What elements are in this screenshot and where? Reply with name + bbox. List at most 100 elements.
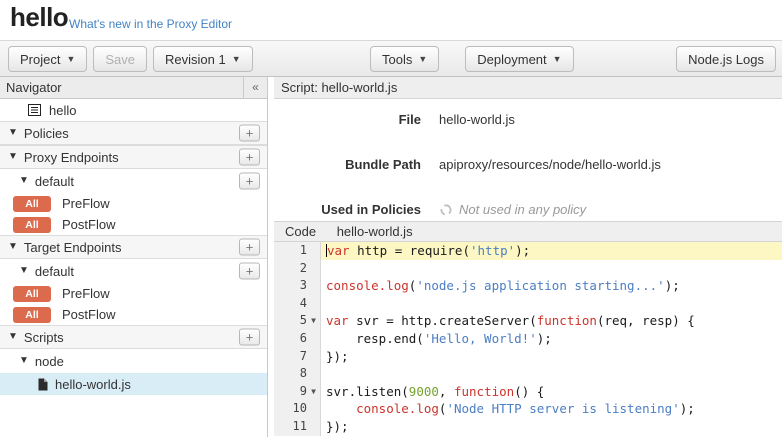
add-button[interactable]: + (239, 173, 260, 190)
line-number: 8 (274, 365, 307, 383)
nodejs-logs-label: Node.js Logs (688, 52, 764, 67)
nodejs-logs-button[interactable]: Node.js Logs (676, 46, 776, 72)
code-line-text[interactable] (321, 260, 782, 278)
caret-down-icon[interactable]: ▼ (8, 242, 18, 252)
navigator-title: Navigator (6, 80, 62, 95)
sidebar-item-label: default (35, 264, 74, 279)
code-line[interactable]: 10 console.log('Node HTTP server is list… (274, 400, 782, 418)
file-icon (38, 378, 48, 391)
sidebar-item-label: Scripts (24, 330, 64, 345)
gutter: 6 (274, 330, 321, 348)
sidebar-node-default[interactable]: ▼ default + (0, 169, 267, 193)
add-button[interactable]: + (239, 239, 260, 256)
sidebar-flow-postflow[interactable]: AllPostFlow (0, 304, 267, 325)
page-header: hello What's new in the Proxy Editor (0, 0, 782, 40)
gutter: 9▼ (274, 383, 321, 401)
code-line[interactable]: 7}); (274, 348, 782, 366)
code-line[interactable]: 1 var http = require('http'); (274, 242, 782, 260)
caret-down-icon[interactable]: ▼ (8, 332, 18, 342)
script-panel-header: Script: hello-world.js (274, 77, 782, 99)
sidebar-node-node[interactable]: ▼ node (0, 349, 267, 373)
add-button[interactable]: + (239, 263, 260, 280)
gutter-spacer (307, 365, 320, 383)
code-line[interactable]: 2 (274, 260, 782, 278)
sidebar-item-label: hello-world.js (55, 377, 131, 392)
revision-menu-label: Revision 1 (165, 52, 226, 67)
fold-caret-icon[interactable]: ▼ (307, 383, 320, 401)
code-line-text[interactable]: var http = require('http'); (321, 242, 782, 260)
code-line[interactable]: 6 resp.end('Hello, World!'); (274, 330, 782, 348)
save-button[interactable]: Save (93, 46, 147, 72)
code-line[interactable]: 11}); (274, 418, 782, 436)
add-button[interactable]: + (239, 149, 260, 166)
deployment-menu-label: Deployment (477, 52, 546, 67)
caret-down-icon[interactable]: ▼ (19, 356, 29, 366)
caret-down-icon[interactable]: ▼ (19, 176, 29, 186)
gutter: 1 (274, 242, 321, 260)
code-line[interactable]: 8 (274, 365, 782, 383)
code-line-text[interactable]: console.log('Node HTTP server is listeni… (321, 400, 782, 418)
sidebar-item-label: PostFlow (62, 217, 115, 232)
collapse-panel-icon[interactable]: « (243, 77, 267, 98)
code-line-text[interactable]: resp.end('Hello, World!'); (321, 330, 782, 348)
toolbar: Project ▼ Save Revision 1 ▼ Tools ▼ Depl… (0, 40, 782, 77)
tools-menu-button[interactable]: Tools ▼ (370, 46, 439, 72)
code-line[interactable]: 5▼var svr = http.createServer(function(r… (274, 312, 782, 330)
code-line[interactable]: 3console.log('node.js application starti… (274, 277, 782, 295)
line-number: 6 (274, 330, 307, 348)
file-value: hello-world.js (439, 112, 515, 127)
sidebar-section-proxy-endpoints[interactable]: ▼ Proxy Endpoints + (0, 145, 267, 169)
sidebar-item-label: default (35, 174, 74, 189)
all-badge: All (13, 307, 51, 323)
sidebar-item-label: node (35, 354, 64, 369)
sidebar-section-scripts[interactable]: ▼ Scripts + (0, 325, 267, 349)
gutter: 4 (274, 295, 321, 313)
gutter-spacer (307, 295, 320, 313)
code-line[interactable]: 9▼svr.listen(9000, function() { (274, 383, 782, 401)
code-line-text[interactable]: var svr = http.createServer(function(req… (321, 312, 782, 330)
gutter: 7 (274, 348, 321, 366)
sidebar-flow-postflow[interactable]: AllPostFlow (0, 214, 267, 235)
whats-new-link[interactable]: What's new in the Proxy Editor (69, 17, 232, 31)
add-button[interactable]: + (239, 329, 260, 346)
project-menu-button[interactable]: Project ▼ (8, 46, 87, 72)
caret-down-icon[interactable]: ▼ (8, 152, 18, 162)
sidebar-section-target-endpoints[interactable]: ▼Target Endpoints+ (0, 235, 267, 259)
sidebar-section-policies[interactable]: ▼Policies+ (0, 121, 267, 145)
sidebar-flow-preflow[interactable]: AllPreFlow (0, 193, 267, 214)
code-line-text[interactable] (321, 365, 782, 383)
gutter: 11 (274, 418, 321, 436)
revision-menu-button[interactable]: Revision 1 ▼ (153, 46, 253, 72)
sidebar-item-label: Proxy Endpoints (24, 150, 119, 165)
caret-down-icon[interactable]: ▼ (19, 266, 29, 276)
sidebar-item-hello[interactable]: hello (0, 99, 267, 121)
script-panel: Script: hello-world.js File hello-world.… (274, 77, 782, 437)
sidebar-flow-preflow[interactable]: AllPreFlow (0, 283, 267, 304)
caret-down-icon[interactable]: ▼ (8, 128, 18, 138)
code-line-text[interactable]: }); (321, 348, 782, 366)
sidebar-node-default[interactable]: ▼ default + (0, 259, 267, 283)
line-number: 11 (274, 418, 307, 436)
deployment-menu-button[interactable]: Deployment ▼ (465, 46, 573, 72)
gutter-spacer (307, 418, 320, 436)
tools-menu-label: Tools (382, 52, 412, 67)
gutter: 8 (274, 365, 321, 383)
line-number: 1 (274, 242, 307, 260)
save-button-label: Save (105, 52, 135, 67)
code-editor[interactable]: 1 var http = require('http');23console.lo… (274, 242, 782, 436)
fold-caret-icon[interactable]: ▼ (307, 312, 320, 330)
code-line[interactable]: 4 (274, 295, 782, 313)
proxy-title: hello (10, 2, 68, 33)
code-line-text[interactable] (321, 295, 782, 313)
line-number: 4 (274, 295, 307, 313)
gutter-spacer (307, 242, 320, 260)
chevron-down-icon: ▼ (418, 55, 427, 64)
code-line-text[interactable]: }); (321, 418, 782, 436)
sidebar-item-label: hello (49, 103, 76, 118)
add-button[interactable]: + (239, 125, 260, 142)
code-line-text[interactable]: console.log('node.js application startin… (321, 277, 782, 295)
gutter-spacer (307, 400, 320, 418)
code-line-text[interactable]: svr.listen(9000, function() { (321, 383, 782, 401)
sidebar-file-hello-world-js[interactable]: hello-world.js (0, 373, 267, 395)
all-badge: All (13, 286, 51, 302)
